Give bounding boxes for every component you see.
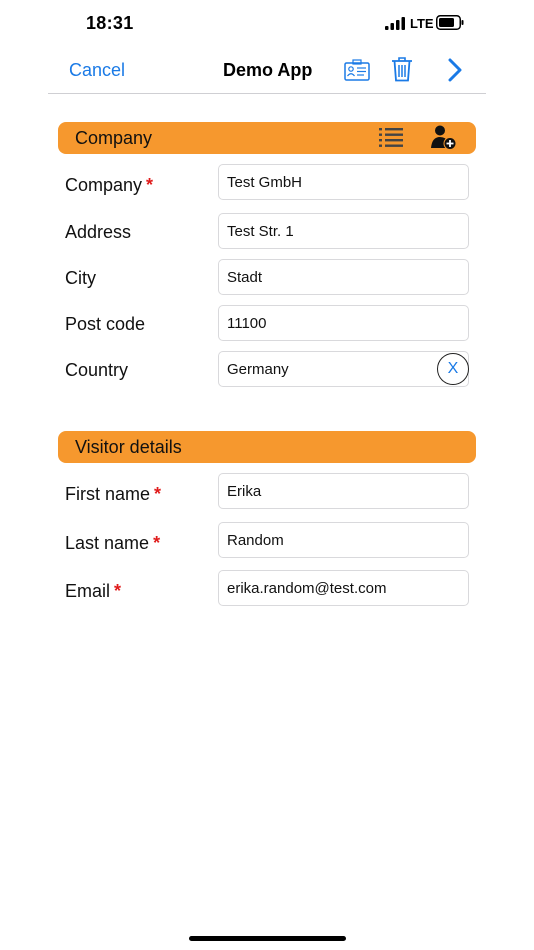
- required-asterisk: *: [114, 581, 122, 601]
- address-label: Address: [65, 222, 132, 242]
- country-label: Country: [65, 360, 129, 380]
- first-name-field[interactable]: [218, 473, 469, 509]
- last-name-field[interactable]: [218, 522, 469, 558]
- section-title: Visitor details: [75, 437, 182, 457]
- status-time: 18:31: [86, 13, 134, 33]
- status-bar: 18:31 LTE: [0, 0, 534, 46]
- company-section-header: Company: [58, 122, 476, 154]
- id-card-icon[interactable]: [344, 59, 370, 81]
- company-label: Company *: [65, 175, 154, 195]
- add-person-icon[interactable]: [431, 124, 457, 150]
- cancel-button[interactable]: Cancel: [69, 60, 125, 81]
- address-field[interactable]: [218, 213, 469, 249]
- cellular-signal-icon: [385, 17, 405, 30]
- first-name-label: First name *: [65, 484, 162, 504]
- last-name-label: Last name *: [65, 533, 161, 553]
- post-code-label: Post code: [65, 314, 146, 334]
- company-field[interactable]: [218, 164, 469, 200]
- list-icon[interactable]: [379, 126, 403, 148]
- required-asterisk: *: [153, 533, 161, 553]
- network-type: LTE: [410, 16, 434, 31]
- battery-icon: [436, 15, 464, 30]
- city-label: City: [65, 268, 96, 288]
- email-label: Email *: [65, 581, 122, 601]
- section-title: Company: [75, 128, 153, 148]
- post-code-field[interactable]: [218, 305, 469, 341]
- trash-icon[interactable]: [391, 56, 413, 82]
- visitor-section-header: Visitor details: [58, 431, 476, 463]
- required-asterisk: *: [154, 484, 162, 504]
- nav-bar: Cancel Demo App: [48, 50, 486, 94]
- page-title: Demo App: [223, 60, 313, 80]
- city-field[interactable]: [218, 259, 469, 295]
- chevron-right-icon[interactable]: [448, 58, 462, 82]
- country-field[interactable]: [218, 351, 469, 387]
- required-asterisk: *: [146, 175, 154, 195]
- clear-country-button[interactable]: X: [437, 353, 469, 385]
- email-field[interactable]: [218, 570, 469, 606]
- home-indicator[interactable]: [189, 936, 346, 941]
